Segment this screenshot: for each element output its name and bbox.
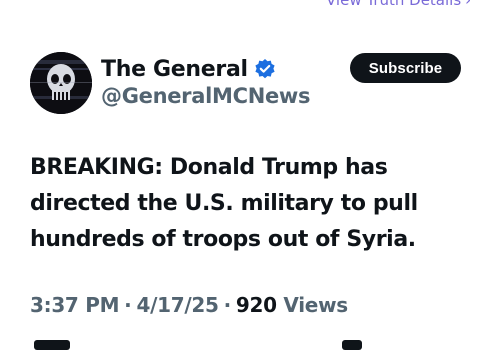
action-bar-peek [34,340,70,350]
view-details-label: View Truth Details [326,0,462,9]
subscribe-button[interactable]: Subscribe [350,53,461,83]
meta-separator: · [223,293,232,317]
post-text: BREAKING: Donald Trump has directed the … [30,155,418,252]
author-handle[interactable]: @GeneralMCNews [101,84,311,108]
post-date: 4/17/25 [136,293,219,317]
view-details-link[interactable]: View Truth Details › [326,0,471,9]
avatar[interactable] [30,52,92,114]
meta-separator: · [124,293,132,317]
post-time: 3:37 PM [30,293,120,317]
views-label: Views [283,293,348,317]
views-count[interactable]: 920 [236,293,277,317]
author-display-name: The General [101,56,248,82]
author-name-row[interactable]: The General [101,55,276,83]
action-bar-peek [342,340,362,350]
skull-avatar-icon [30,52,92,114]
chevron-right-icon: › [465,0,472,9]
post-meta: 3:37 PM · 4/17/25 · 920 Views [30,293,348,317]
verified-badge-icon [254,58,276,80]
